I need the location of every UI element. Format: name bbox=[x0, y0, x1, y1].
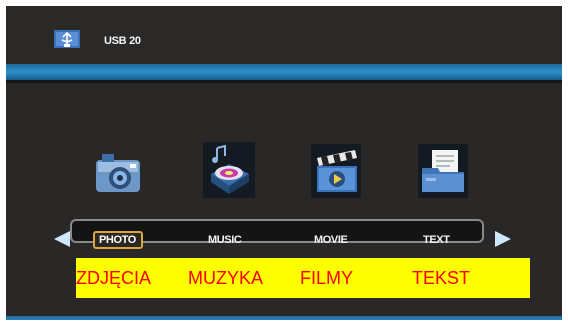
document-folder-icon[interactable] bbox=[418, 144, 468, 198]
clapperboard-icon[interactable] bbox=[311, 144, 361, 198]
usb-drive-icon bbox=[54, 30, 80, 48]
bottom-accent-bar bbox=[6, 316, 562, 320]
scroll-right-arrow-icon[interactable] bbox=[495, 231, 511, 247]
source-label: USB 20 bbox=[104, 35, 141, 47]
tab-text[interactable]: TEXT bbox=[423, 234, 450, 246]
caption-photo: ZDJĘCIA bbox=[76, 268, 152, 288]
music-disc-icon[interactable] bbox=[203, 142, 255, 198]
caption-music: MUZYKA bbox=[188, 268, 264, 288]
top-accent-bar bbox=[6, 64, 562, 80]
header: USB 20 bbox=[6, 6, 562, 68]
tab-movie[interactable]: MOVIE bbox=[314, 234, 348, 246]
tab-photo[interactable]: PHOTO bbox=[93, 231, 143, 249]
caption-movie: FILMY bbox=[300, 268, 354, 288]
caption-text: TEKST bbox=[412, 268, 471, 288]
tab-music[interactable]: MUSIC bbox=[208, 234, 242, 246]
media-player-screen: USB 20 PHOTO MUSIC MOVIE TEXT ZDJĘCIA MU… bbox=[6, 6, 562, 320]
camera-icon[interactable] bbox=[94, 146, 142, 198]
scroll-left-arrow-icon[interactable] bbox=[54, 231, 70, 247]
top-accent-bar-shadow bbox=[6, 80, 562, 83]
